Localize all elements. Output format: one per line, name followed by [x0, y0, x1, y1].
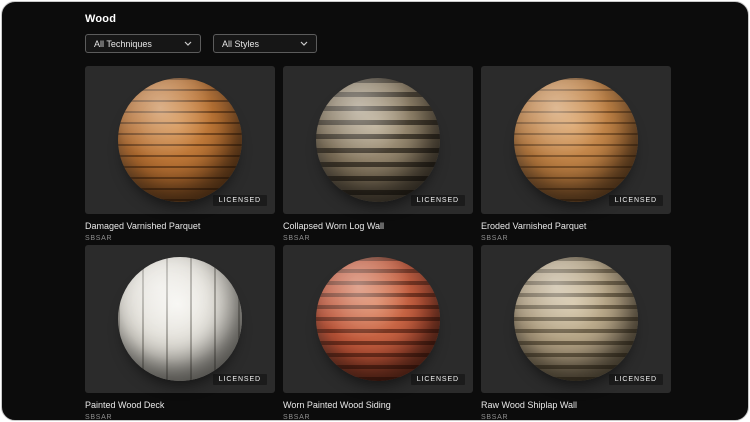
- material-thumbnail[interactable]: LICENSED: [283, 245, 473, 393]
- licensed-badge: LICENSED: [608, 374, 663, 385]
- material-sphere: [514, 257, 638, 381]
- asset-format: SBSAR: [283, 235, 311, 242]
- asset-title: Damaged Varnished Parquet: [85, 221, 201, 231]
- chevron-down-icon: [300, 41, 308, 46]
- asset-title: Collapsed Worn Log Wall: [283, 221, 385, 231]
- material-sphere: [514, 78, 638, 202]
- assets-panel: Wood All Techniques All Styles LICENSED: [1, 1, 749, 421]
- asset-title: Raw Wood Shiplap Wall: [481, 400, 578, 410]
- asset-format: SBSAR: [481, 235, 509, 242]
- techniques-dropdown[interactable]: All Techniques: [85, 34, 201, 53]
- styles-dropdown-label: All Styles: [222, 38, 260, 49]
- filter-bar: All Techniques All Styles: [85, 34, 748, 53]
- asset-format: SBSAR: [85, 414, 113, 421]
- asset-title: Eroded Varnished Parquet: [481, 221, 587, 231]
- asset-card[interactable]: LICENSED Worn Painted Wood Siding SBSAR: [283, 245, 473, 421]
- material-sphere: [316, 78, 440, 202]
- asset-title: Painted Wood Deck: [85, 400, 165, 410]
- licensed-badge: LICENSED: [212, 195, 267, 206]
- techniques-dropdown-label: All Techniques: [94, 38, 152, 49]
- material-thumbnail[interactable]: LICENSED: [481, 66, 671, 214]
- chevron-down-icon: [184, 41, 192, 46]
- asset-card[interactable]: LICENSED Collapsed Worn Log Wall SBSAR: [283, 66, 473, 243]
- material-sphere: [118, 257, 242, 381]
- asset-format: SBSAR: [283, 414, 311, 421]
- asset-card[interactable]: LICENSED Raw Wood Shiplap Wall SBSAR: [481, 245, 671, 421]
- material-thumbnail[interactable]: LICENSED: [85, 245, 275, 393]
- material-thumbnail[interactable]: LICENSED: [85, 66, 275, 214]
- asset-grid: LICENSED Damaged Varnished Parquet SBSAR…: [85, 66, 748, 421]
- asset-format: SBSAR: [481, 414, 509, 421]
- licensed-badge: LICENSED: [608, 195, 663, 206]
- material-sphere: [118, 78, 242, 202]
- category-content: Wood All Techniques All Styles LICENSED: [2, 2, 748, 421]
- asset-card[interactable]: LICENSED Painted Wood Deck SBSAR: [85, 245, 275, 421]
- material-thumbnail[interactable]: LICENSED: [283, 66, 473, 214]
- asset-title: Worn Painted Wood Siding: [283, 400, 391, 410]
- page-title: Wood: [85, 13, 117, 25]
- material-thumbnail[interactable]: LICENSED: [481, 245, 671, 393]
- licensed-badge: LICENSED: [410, 374, 465, 385]
- licensed-badge: LICENSED: [212, 374, 267, 385]
- asset-card[interactable]: LICENSED Eroded Varnished Parquet SBSAR: [481, 66, 671, 243]
- licensed-badge: LICENSED: [410, 195, 465, 206]
- styles-dropdown[interactable]: All Styles: [213, 34, 317, 53]
- asset-format: SBSAR: [85, 235, 113, 242]
- material-sphere: [316, 257, 440, 381]
- asset-card[interactable]: LICENSED Damaged Varnished Parquet SBSAR: [85, 66, 275, 243]
